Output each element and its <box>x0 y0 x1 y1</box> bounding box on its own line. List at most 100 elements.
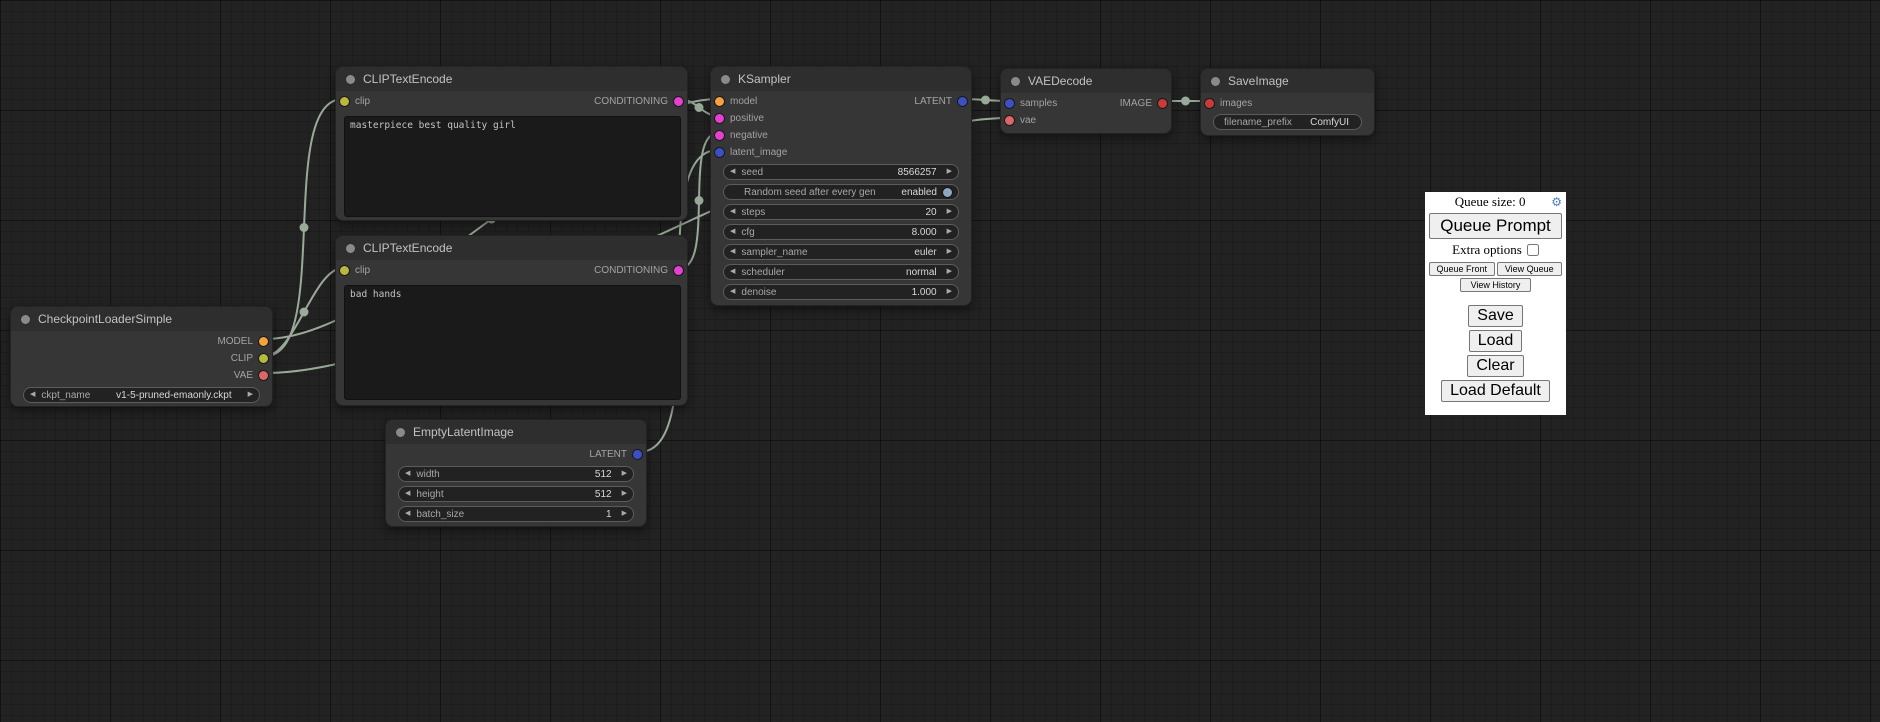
increment-icon[interactable]: ▶ <box>947 284 952 300</box>
input-label: model <box>730 96 757 107</box>
widget-random-seed-toggle[interactable]: Random seed after every gen enabled <box>723 184 959 200</box>
decrement-icon[interactable]: ◀ <box>405 506 410 522</box>
node-title-bar[interactable]: CLIPTextEncode <box>336 236 687 260</box>
collapse-dot-icon[interactable] <box>1011 77 1020 86</box>
input-slot-model[interactable] <box>715 97 724 106</box>
output-label: VAE <box>234 370 253 381</box>
node-checkpoint-loader[interactable]: CheckpointLoaderSimple MODEL CLIP VAE ◀ … <box>10 306 273 407</box>
widget-batch-size[interactable]: ◀ batch_size 1 ▶ <box>398 506 634 522</box>
widget-value: enabled <box>901 187 937 198</box>
queue-front-button[interactable]: Queue Front <box>1429 262 1495 276</box>
graph-canvas[interactable]: CheckpointLoaderSimple MODEL CLIP VAE ◀ … <box>0 0 1880 722</box>
increment-icon[interactable]: ▶ <box>947 204 952 220</box>
increment-icon[interactable]: ▶ <box>622 486 627 502</box>
node-title-bar[interactable]: CheckpointLoaderSimple <box>11 307 272 331</box>
clear-button[interactable]: Clear <box>1467 355 1523 377</box>
settings-gear-icon[interactable]: ⚙ <box>1551 196 1562 208</box>
input-slot-samples[interactable] <box>1005 99 1014 108</box>
widget-ckpt-name[interactable]: ◀ ckpt_name v1-5-pruned-emaonly.ckpt ▶ <box>23 387 260 403</box>
output-label: CONDITIONING <box>594 96 668 107</box>
collapse-dot-icon[interactable] <box>396 428 405 437</box>
input-slot-clip[interactable] <box>340 266 349 275</box>
increment-icon[interactable]: ▶ <box>947 264 952 280</box>
widget-seed[interactable]: ◀ seed 8566257 ▶ <box>723 164 959 180</box>
output-slot-latent[interactable] <box>958 97 967 106</box>
collapse-dot-icon[interactable] <box>346 75 355 84</box>
decrement-icon[interactable]: ◀ <box>405 466 410 482</box>
widget-label: scheduler <box>741 267 784 278</box>
node-vae-decode[interactable]: VAEDecode samples IMAGE vae <box>1000 68 1172 134</box>
decrement-icon[interactable]: ◀ <box>405 486 410 502</box>
widget-filename-prefix[interactable]: filename_prefix ComfyUI <box>1213 114 1362 130</box>
view-queue-button[interactable]: View Queue <box>1497 262 1563 276</box>
widget-width[interactable]: ◀ width 512 ▶ <box>398 466 634 482</box>
collapse-dot-icon[interactable] <box>721 75 730 84</box>
input-slot-clip[interactable] <box>340 97 349 106</box>
queue-prompt-button[interactable]: Queue Prompt <box>1429 213 1562 239</box>
output-slot-conditioning[interactable] <box>674 97 683 106</box>
node-empty-latent-image[interactable]: EmptyLatentImage LATENT ◀ width 512 ▶ ◀ … <box>385 419 647 527</box>
decrement-icon[interactable]: ◀ <box>730 244 735 260</box>
increment-icon[interactable]: ▶ <box>947 224 952 240</box>
widget-label: ckpt_name <box>41 390 90 401</box>
widget-value: ComfyUI <box>1310 117 1349 128</box>
decrement-icon[interactable]: ◀ <box>30 387 35 403</box>
increment-icon[interactable]: ▶ <box>947 244 952 260</box>
input-label: clip <box>355 96 370 107</box>
output-slot-image[interactable] <box>1158 99 1167 108</box>
widget-cfg[interactable]: ◀ cfg 8.000 ▶ <box>723 224 959 240</box>
output-label: LATENT <box>589 449 627 460</box>
widget-label: width <box>416 469 439 480</box>
widget-value: 8566257 <box>898 167 937 178</box>
node-title-bar[interactable]: KSampler <box>711 67 971 91</box>
node-title: CLIPTextEncode <box>363 241 452 255</box>
widget-scheduler[interactable]: ◀ scheduler normal ▶ <box>723 264 959 280</box>
node-title-bar[interactable]: CLIPTextEncode <box>336 67 687 91</box>
output-slot-model[interactable] <box>259 337 268 346</box>
node-clip-text-encode-positive[interactable]: CLIPTextEncode clip CONDITIONING masterp… <box>335 66 688 221</box>
output-label: IMAGE <box>1120 98 1152 109</box>
input-slot-vae[interactable] <box>1005 116 1014 125</box>
increment-icon[interactable]: ▶ <box>248 387 253 403</box>
input-slot-latent-image[interactable] <box>715 148 724 157</box>
node-clip-text-encode-negative[interactable]: CLIPTextEncode clip CONDITIONING bad han… <box>335 235 688 406</box>
toggle-knob[interactable] <box>943 188 952 197</box>
output-label: CLIP <box>231 353 253 364</box>
decrement-icon[interactable]: ◀ <box>730 204 735 220</box>
decrement-icon[interactable]: ◀ <box>730 164 735 180</box>
collapse-dot-icon[interactable] <box>21 315 30 324</box>
input-slot-images[interactable] <box>1205 99 1214 108</box>
widget-steps[interactable]: ◀ steps 20 ▶ <box>723 204 959 220</box>
prompt-textarea[interactable]: masterpiece best quality girl <box>344 116 681 217</box>
output-slot-conditioning[interactable] <box>674 266 683 275</box>
output-slot-clip[interactable] <box>259 354 268 363</box>
node-title-bar[interactable]: VAEDecode <box>1001 69 1171 93</box>
decrement-icon[interactable]: ◀ <box>730 224 735 240</box>
node-ksampler[interactable]: KSampler model LATENT positive negative … <box>710 66 972 306</box>
widget-sampler-name[interactable]: ◀ sampler_name euler ▶ <box>723 244 959 260</box>
increment-icon[interactable]: ▶ <box>947 164 952 180</box>
collapse-dot-icon[interactable] <box>346 244 355 253</box>
output-slot-vae[interactable] <box>259 371 268 380</box>
output-slot-latent[interactable] <box>633 450 642 459</box>
decrement-icon[interactable]: ◀ <box>730 264 735 280</box>
increment-icon[interactable]: ▶ <box>622 506 627 522</box>
increment-icon[interactable]: ▶ <box>622 466 627 482</box>
node-title: EmptyLatentImage <box>413 425 514 439</box>
input-label: positive <box>730 113 764 124</box>
widget-height[interactable]: ◀ height 512 ▶ <box>398 486 634 502</box>
load-button[interactable]: Load <box>1469 330 1523 352</box>
decrement-icon[interactable]: ◀ <box>730 284 735 300</box>
view-history-button[interactable]: View History <box>1460 278 1532 292</box>
widget-denoise[interactable]: ◀ denoise 1.000 ▶ <box>723 284 959 300</box>
save-button[interactable]: Save <box>1468 305 1522 327</box>
input-slot-positive[interactable] <box>715 114 724 123</box>
node-save-image[interactable]: SaveImage images filename_prefix ComfyUI <box>1200 68 1375 136</box>
prompt-textarea[interactable]: bad hands <box>344 285 681 400</box>
load-default-button[interactable]: Load Default <box>1441 380 1550 402</box>
input-slot-negative[interactable] <box>715 131 724 140</box>
node-title-bar[interactable]: EmptyLatentImage <box>386 420 646 444</box>
collapse-dot-icon[interactable] <box>1211 77 1220 86</box>
node-title-bar[interactable]: SaveImage <box>1201 69 1374 93</box>
extra-options-checkbox[interactable] <box>1527 244 1539 256</box>
